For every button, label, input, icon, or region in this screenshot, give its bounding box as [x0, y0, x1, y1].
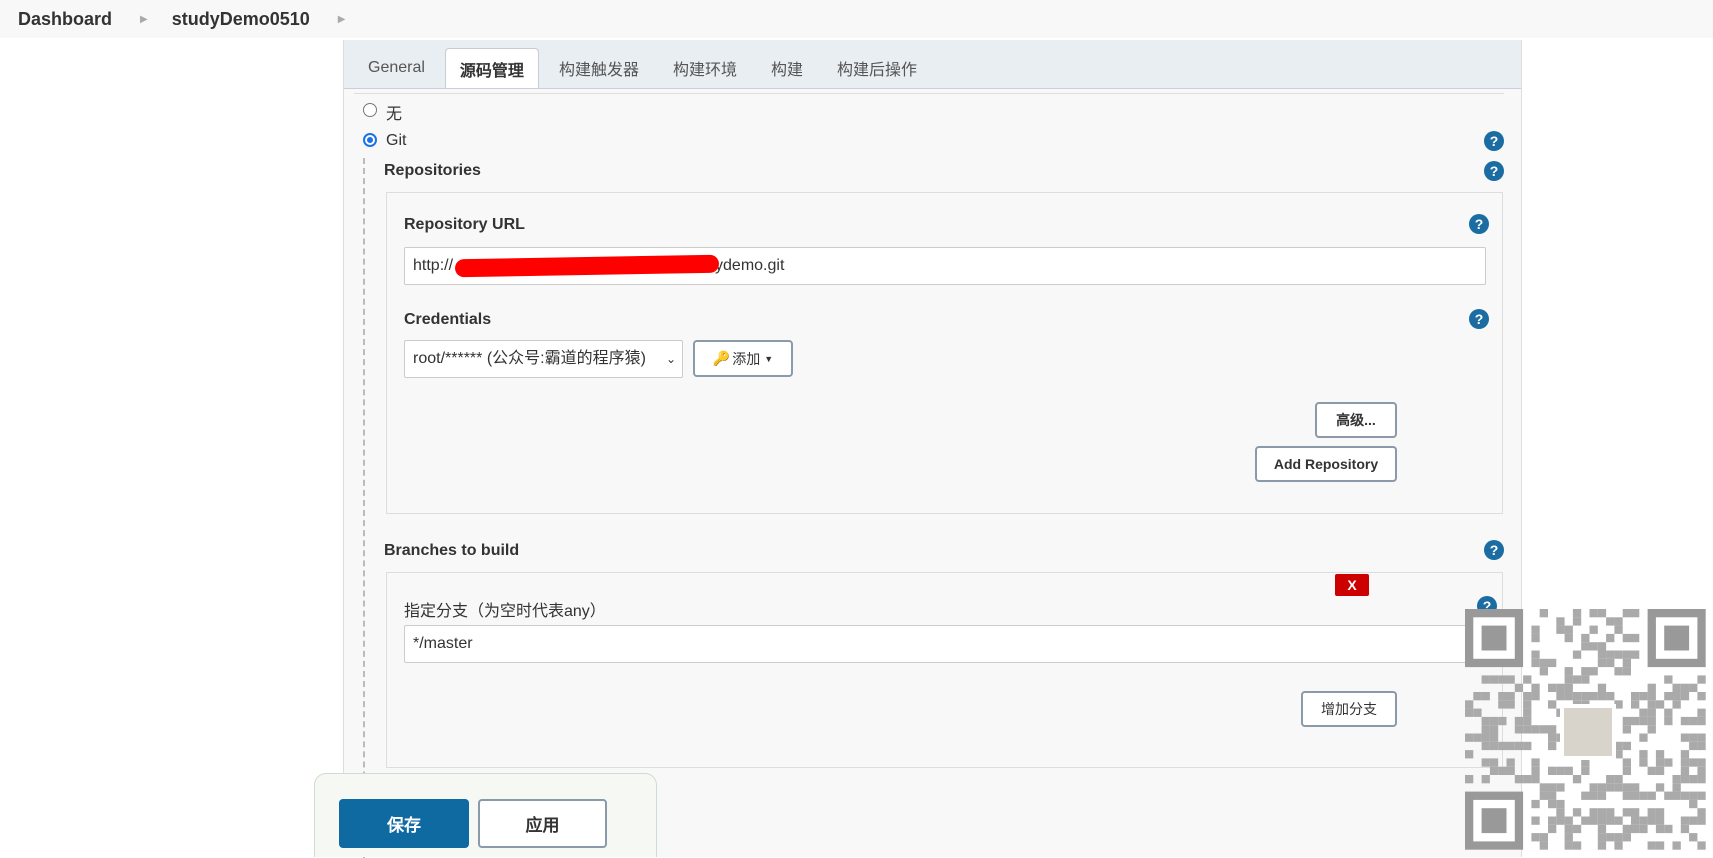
advanced-button[interactable]: 高级...	[1315, 402, 1397, 438]
branch-spec-input[interactable]: */master	[404, 625, 1504, 663]
chevron-right-icon[interactable]: ▶	[338, 14, 346, 25]
help-icon[interactable]: ?	[1484, 161, 1504, 181]
add-credentials-button[interactable]: 🔑 添加 ▼	[693, 340, 793, 377]
tab-general[interactable]: General	[354, 48, 439, 88]
repo-url-input[interactable]: http:// ydemo.git	[404, 247, 1486, 285]
tab-build[interactable]: 构建	[757, 48, 817, 88]
repo-url-label: Repository URL	[404, 216, 525, 233]
apply-button[interactable]: 应用	[478, 799, 607, 848]
bottom-sticky-bar: 保存 应用	[314, 773, 657, 857]
branch-spec-label: 指定分支（为空时代表any）	[404, 603, 606, 620]
help-icon[interactable]: ?	[1469, 214, 1489, 234]
help-icon[interactable]: ?	[1484, 131, 1504, 151]
breadcrumb-dashboard[interactable]: Dashboard	[18, 9, 112, 30]
help-icon[interactable]: ?	[1484, 540, 1504, 560]
redaction-mark	[454, 254, 720, 278]
chevron-down-icon: ⌄	[665, 352, 676, 366]
repo-url-prefix: http://	[413, 257, 454, 274]
scm-none-label: 无	[386, 106, 403, 123]
tab-triggers[interactable]: 构建触发器	[545, 48, 653, 88]
key-icon: 🔑	[712, 350, 731, 366]
git-section-divider	[363, 158, 365, 858]
scm-git-label: Git	[386, 132, 407, 149]
delete-branch-button[interactable]: X	[1335, 574, 1369, 596]
breadcrumb: Dashboard ▶ studyDemo0510 ▶	[0, 0, 1713, 38]
save-button[interactable]: 保存	[339, 799, 469, 848]
tab-post-build[interactable]: 构建后操作	[823, 48, 931, 88]
qr-code-image	[1465, 609, 1706, 850]
scm-none-radio[interactable]	[363, 103, 377, 117]
branches-label: Branches to build	[384, 542, 520, 559]
config-tabs: General 源码管理 构建触发器 构建环境 构建 构建后操作	[344, 40, 1521, 89]
caret-down-icon: ▼	[764, 353, 774, 364]
credentials-label: Credentials	[404, 311, 492, 328]
tab-environment[interactable]: 构建环境	[659, 48, 751, 88]
breadcrumb-job[interactable]: studyDemo0510	[172, 9, 310, 30]
repo-url-suffix: ydemo.git	[715, 257, 785, 274]
repositories-label: Repositories	[384, 162, 481, 179]
credentials-select[interactable]: root/****** (公众号:霸道的程序猿) ⌄	[404, 340, 683, 378]
scm-git-radio[interactable]	[363, 133, 377, 147]
add-repository-button[interactable]: Add Repository	[1255, 446, 1397, 482]
add-branch-button[interactable]: 增加分支	[1301, 691, 1397, 727]
credentials-value: root/****** (公众号:霸道的程序猿)	[413, 350, 646, 367]
tab-scm[interactable]: 源码管理	[444, 48, 539, 88]
chevron-right-icon: ▶	[140, 13, 148, 25]
config-panel: General 源码管理 构建触发器 构建环境 构建 构建后操作 无 Git ?…	[343, 40, 1522, 858]
add-credentials-label: 添加	[732, 350, 761, 367]
help-icon[interactable]: ?	[1469, 309, 1489, 329]
